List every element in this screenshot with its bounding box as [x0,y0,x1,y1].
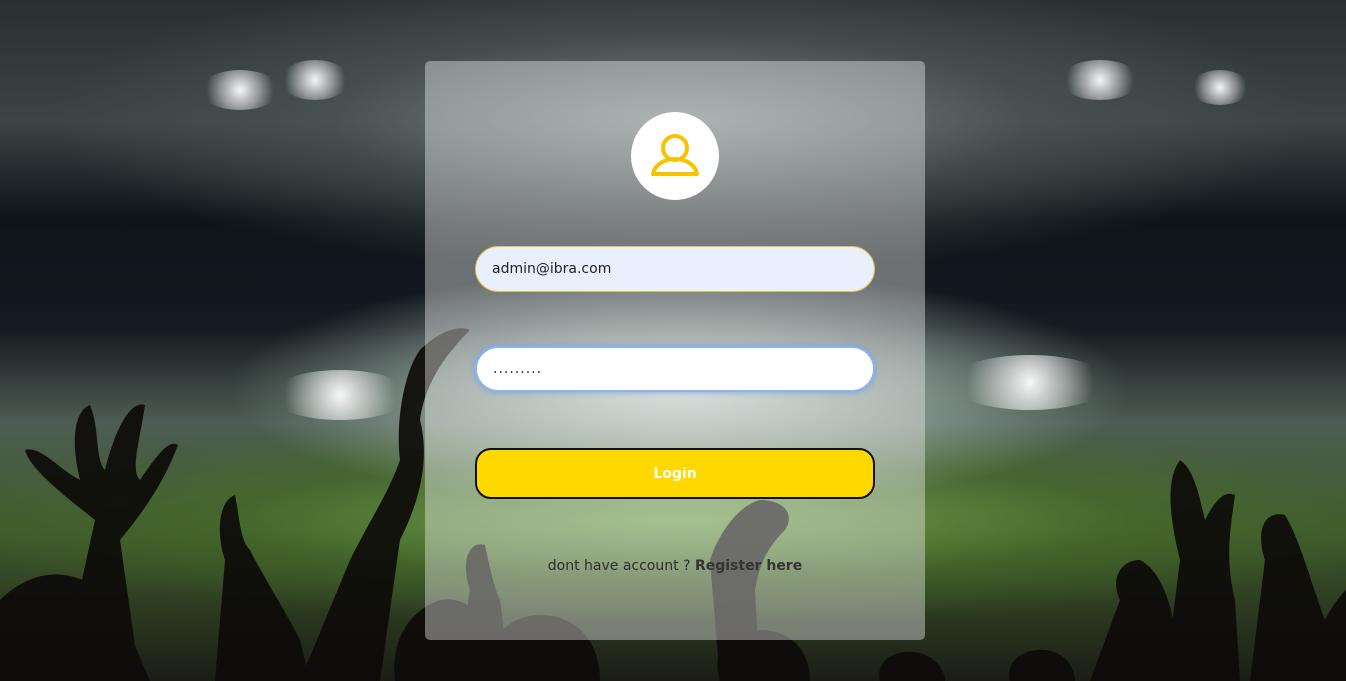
login-card: Login dont have account ? Register here [425,61,925,640]
register-link[interactable]: Register here [695,558,802,574]
register-prompt-line: dont have account ? Register here [425,558,925,574]
password-input[interactable] [475,346,875,392]
login-button[interactable]: Login [475,448,875,499]
avatar [631,112,719,200]
register-prompt-text: dont have account ? [547,558,691,574]
email-input[interactable] [475,246,875,292]
